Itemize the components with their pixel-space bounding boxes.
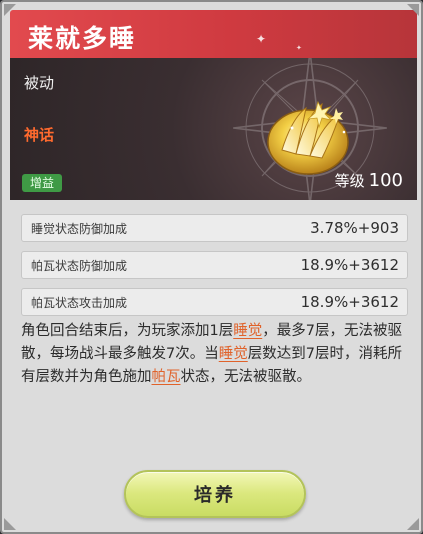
stat-value: 18.9%+3612 bbox=[300, 256, 399, 274]
stat-name: 睡觉状态防御加成 bbox=[31, 221, 128, 236]
description-text: 角色回合结束后，为玩家添加1层 bbox=[21, 323, 234, 339]
cultivate-button[interactable]: 培养 bbox=[124, 470, 306, 518]
golden-shell-burst-icon bbox=[267, 100, 349, 175]
stat-row: 帕瓦状态攻击加成 18.9%+3612 bbox=[21, 288, 408, 316]
level-value: 100 bbox=[368, 170, 403, 191]
stat-value: 18.9%+3612 bbox=[300, 293, 399, 311]
stat-name: 帕瓦状态防御加成 bbox=[31, 258, 128, 273]
keyword-link-sleep[interactable]: 睡觉 bbox=[219, 346, 248, 362]
stat-row: 睡觉状态防御加成 3.78%+903 bbox=[21, 214, 408, 242]
skill-type: 被动 bbox=[24, 74, 55, 92]
skill-hero-area: 被动 神话 增益 等级 100 bbox=[10, 58, 417, 200]
keyword-link-sleep[interactable]: 睡觉 bbox=[233, 323, 262, 339]
buff-tag: 增益 bbox=[22, 174, 62, 192]
skill-detail-panel: 莱就多睡 ✦ ✦ 被动 神话 增益 等级 100 睡觉状态防御加成 3.78%+… bbox=[0, 0, 423, 534]
description-text: 状态，无法被驱散。 bbox=[180, 369, 312, 385]
keyword-link-pawa[interactable]: 帕瓦 bbox=[152, 369, 181, 385]
stat-name: 帕瓦状态攻击加成 bbox=[31, 295, 128, 310]
skill-title: 莱就多睡 bbox=[28, 24, 137, 53]
corner-ornament-icon bbox=[4, 518, 16, 530]
corner-ornament-icon bbox=[407, 4, 419, 16]
stat-row: 帕瓦状态防御加成 18.9%+3612 bbox=[21, 251, 408, 279]
skill-description: 角色回合结束后，为玩家添加1层睡觉，最多7层，无法被驱散，每场战斗最多触发7次。… bbox=[21, 320, 411, 389]
skill-header: 莱就多睡 ✦ ✦ bbox=[10, 10, 417, 58]
sparkle-icon: ✦ bbox=[256, 32, 267, 46]
sparkle-icon: ✦ bbox=[296, 44, 302, 52]
stats-list: 睡觉状态防御加成 3.78%+903 帕瓦状态防御加成 18.9%+3612 帕… bbox=[21, 214, 408, 325]
stat-value: 3.78%+903 bbox=[310, 219, 399, 237]
corner-ornament-icon bbox=[4, 4, 16, 16]
corner-ornament-icon bbox=[407, 518, 419, 530]
skill-rarity: 神话 bbox=[24, 126, 55, 144]
